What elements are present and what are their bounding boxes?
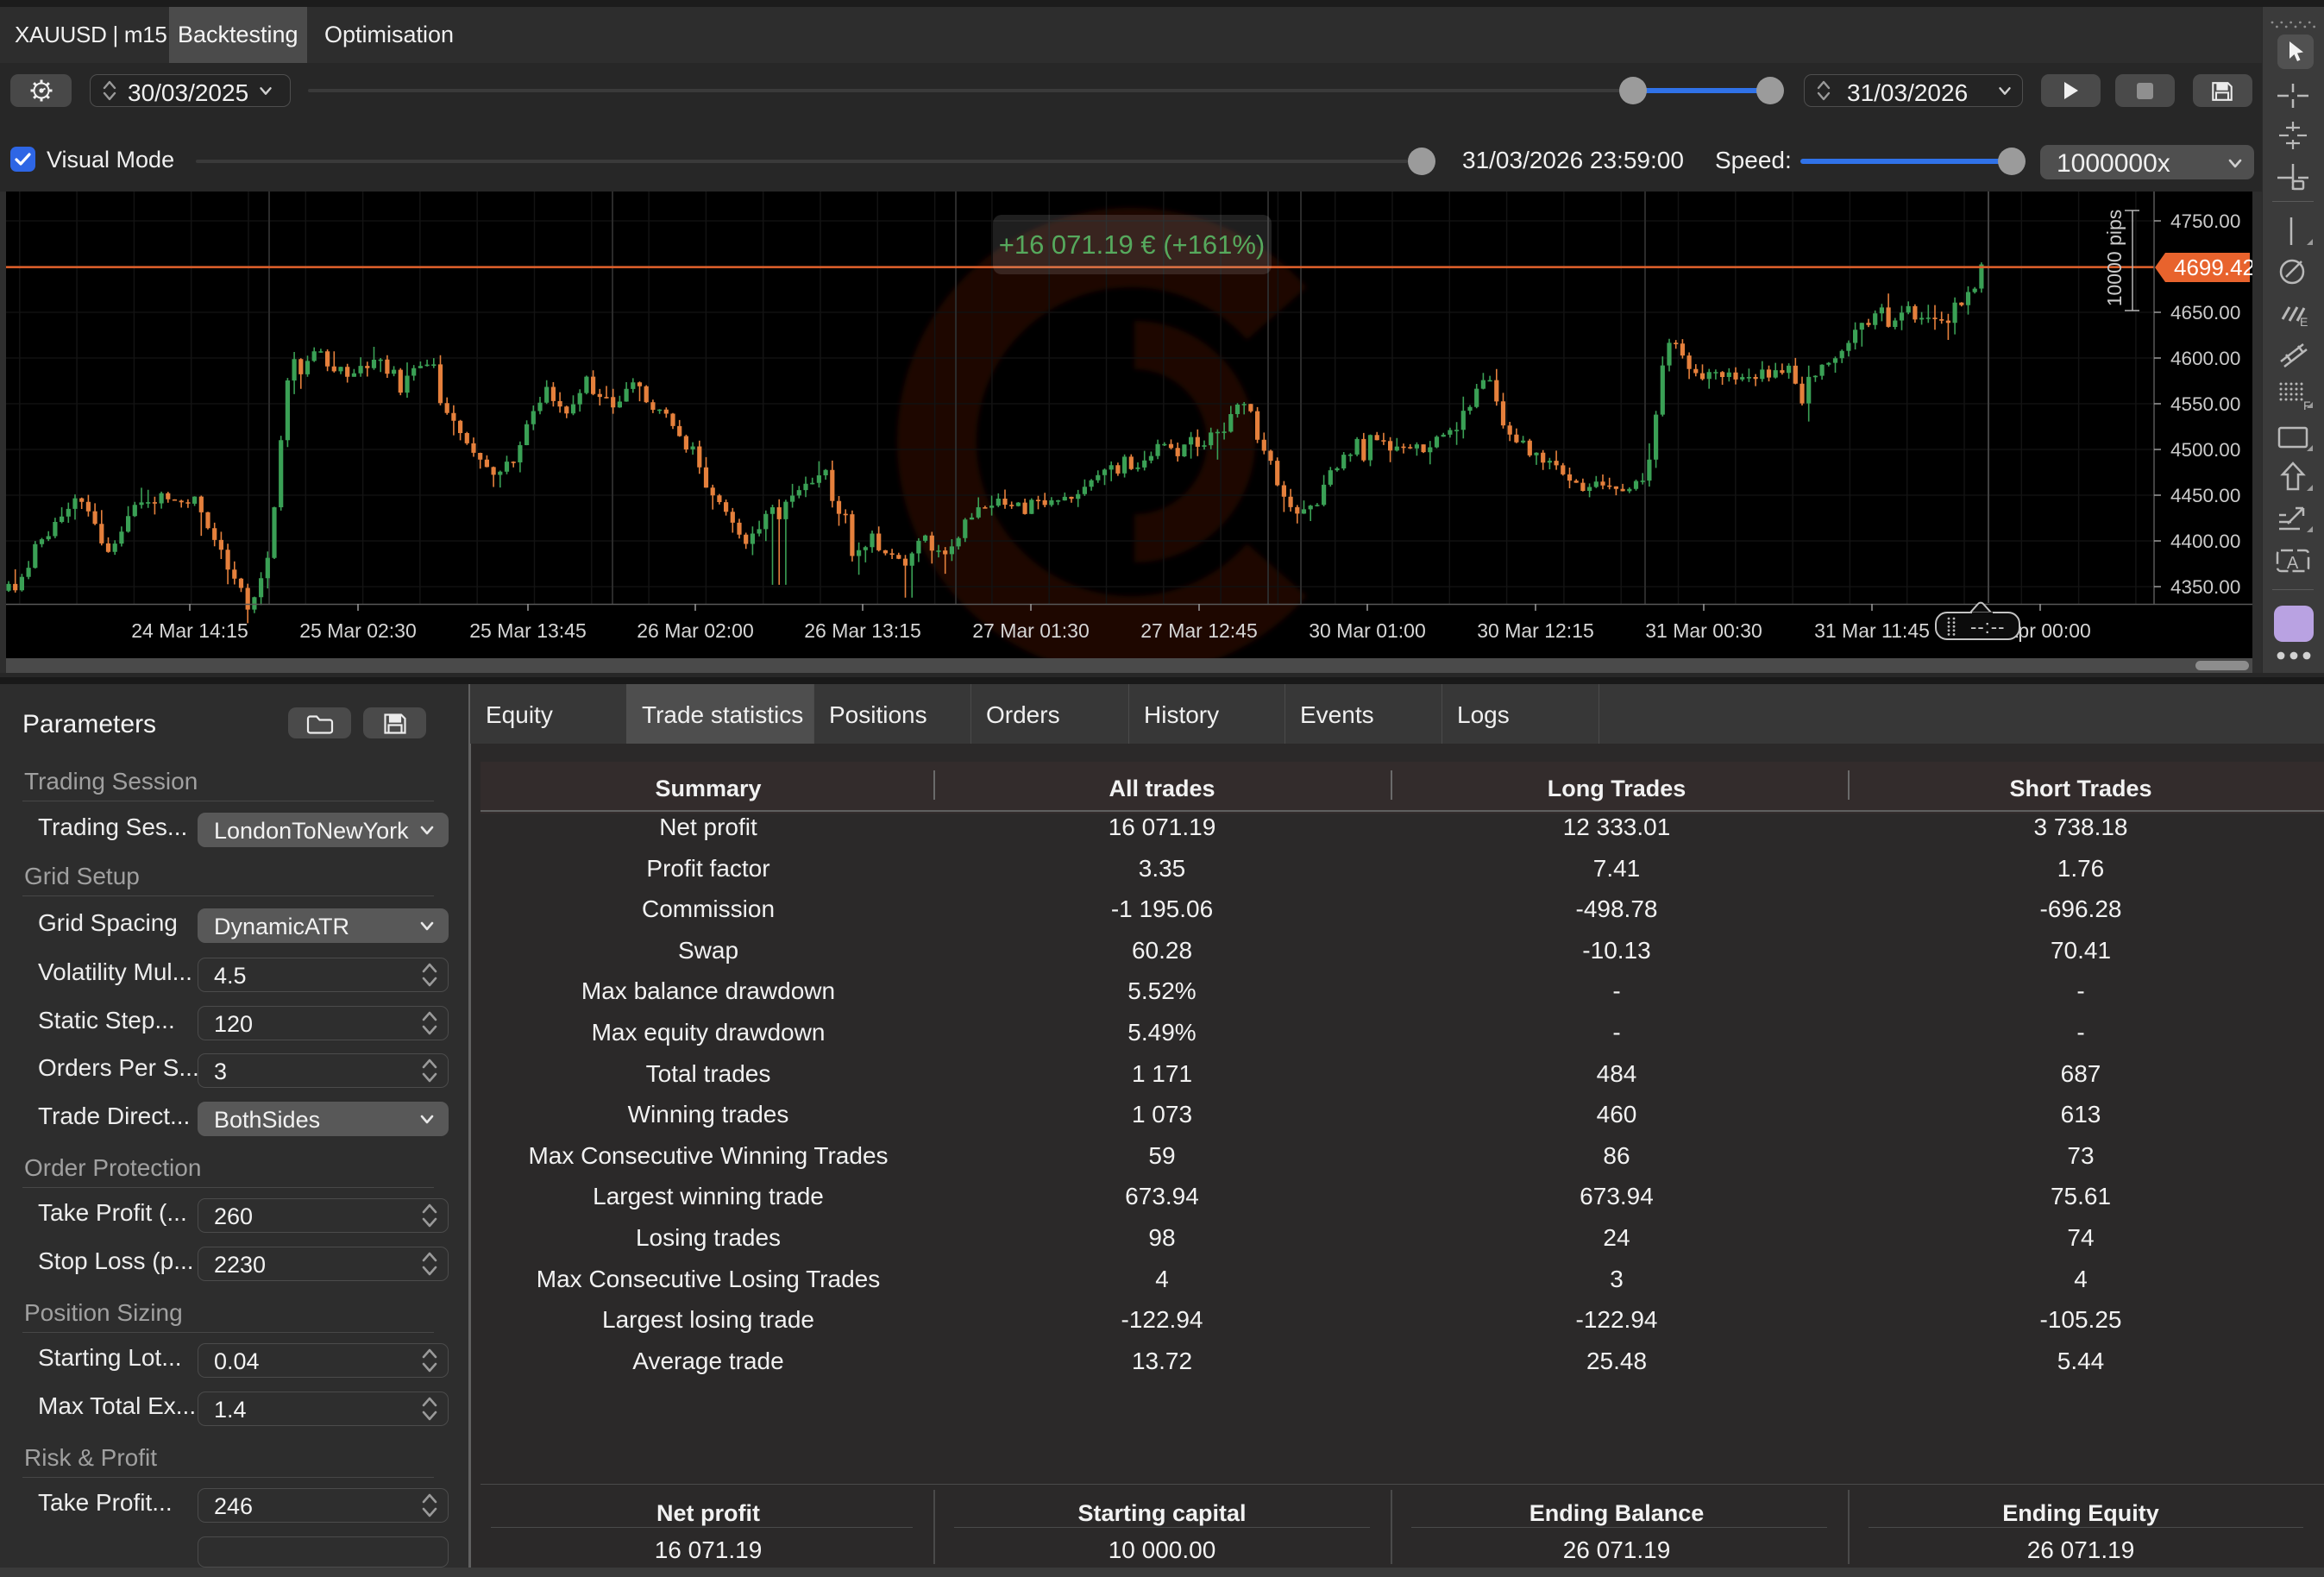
- svg-text:E: E: [2300, 315, 2308, 329]
- svg-text:25 Mar 13:45: 25 Mar 13:45: [469, 619, 587, 642]
- svg-text:26 Mar 13:15: 26 Mar 13:15: [804, 619, 921, 642]
- svg-text:27 Mar 01:30: 27 Mar 01:30: [972, 619, 1090, 642]
- svg-text:4350.00: 4350.00: [2170, 576, 2240, 598]
- svg-text:4750.00: 4750.00: [2170, 210, 2240, 232]
- svg-text:+16 071.19 € (+161%): +16 071.19 € (+161%): [999, 229, 1266, 260]
- svg-text:4500.00: 4500.00: [2170, 439, 2240, 461]
- svg-text:4699.42: 4699.42: [2174, 254, 2252, 280]
- svg-text:26 Mar 02:00: 26 Mar 02:00: [637, 619, 754, 642]
- svg-text:31 Mar 00:30: 31 Mar 00:30: [1645, 619, 1762, 642]
- svg-text:4600.00: 4600.00: [2170, 348, 2240, 369]
- svg-text:10000 pips: 10000 pips: [2103, 210, 2126, 307]
- svg-text:30 Mar 12:15: 30 Mar 12:15: [1477, 619, 1594, 642]
- svg-text:--:--: --:--: [1970, 616, 2005, 638]
- svg-text:4650.00: 4650.00: [2170, 302, 2240, 324]
- svg-text:25 Mar 02:30: 25 Mar 02:30: [299, 619, 417, 642]
- svg-text:24 Mar 14:15: 24 Mar 14:15: [131, 619, 248, 642]
- svg-text:30 Mar 01:00: 30 Mar 01:00: [1309, 619, 1426, 642]
- svg-text:4450.00: 4450.00: [2170, 485, 2240, 506]
- svg-text:27 Mar 12:45: 27 Mar 12:45: [1140, 619, 1258, 642]
- svg-text:4400.00: 4400.00: [2170, 531, 2240, 552]
- svg-text:A: A: [2287, 554, 2299, 573]
- svg-text:4550.00: 4550.00: [2170, 393, 2240, 415]
- svg-text:31 Mar 11:45: 31 Mar 11:45: [1814, 619, 1930, 642]
